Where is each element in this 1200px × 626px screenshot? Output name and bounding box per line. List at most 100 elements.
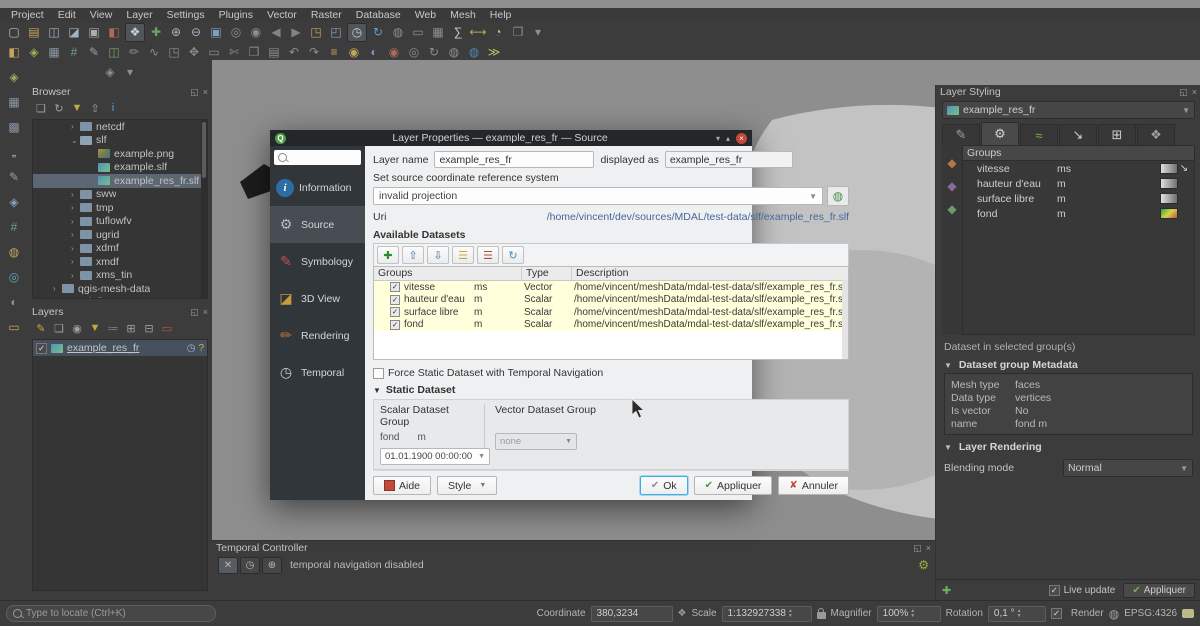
dataset-row[interactable]: ✓ vitesse ms Vector /home/vincent/meshDa…	[374, 281, 848, 294]
styling-tab[interactable]: ⊞	[1098, 124, 1136, 145]
layer-item[interactable]: ✓ example_res_fr ◷ ?	[33, 340, 207, 356]
menu-item[interactable]: Layer	[119, 9, 159, 21]
toolbar-icon[interactable]: ▤	[25, 24, 43, 41]
close-icon[interactable]: ×	[736, 133, 747, 144]
toolbar-icon[interactable]: ◈	[5, 68, 23, 85]
toolbar-icon[interactable]: „	[5, 143, 23, 160]
dataset-tool-button[interactable]: ☰	[477, 246, 499, 264]
dialog-sidebar-item[interactable]: ✏ Rendering	[270, 317, 365, 354]
menu-item[interactable]: Plugins	[212, 9, 260, 21]
toolbar-icon[interactable]: ▾	[121, 64, 139, 81]
toolbar-icon[interactable]: ◰	[327, 24, 345, 41]
select-crs-button[interactable]: ◍	[827, 186, 849, 206]
color-ramp-swatch[interactable]	[1160, 208, 1178, 219]
dataset-tool-button[interactable]: ⇩	[427, 246, 449, 264]
toolbar-icon[interactable]: ◔	[489, 24, 507, 41]
toolbar-icon[interactable]: ▭	[205, 44, 223, 61]
close-panel-icon[interactable]: ×	[203, 307, 208, 317]
menu-item[interactable]: Mesh	[443, 9, 483, 21]
dataset-row[interactable]: ✓ surface libre m Scalar /home/vincent/m…	[374, 306, 848, 319]
toolbar-icon[interactable]: ◈	[5, 193, 23, 210]
toolbar-icon[interactable]: ◈	[101, 64, 119, 81]
toolbar-icon[interactable]: ▭	[5, 318, 23, 335]
dataset-tool-button[interactable]: ✚	[377, 246, 399, 264]
toolbar-icon[interactable]: ◳	[307, 24, 325, 41]
browser-tool-icon[interactable]: ❏	[33, 101, 49, 116]
temporal-settings-icon[interactable]: ⚙	[918, 558, 929, 572]
toolbar-icon[interactable]: #	[5, 218, 23, 235]
toolbar-icon[interactable]: ◐	[365, 44, 383, 61]
float-panel-icon[interactable]: ◱	[1179, 87, 1188, 98]
toolbar-icon[interactable]: ◈	[25, 44, 43, 61]
toolbar-icon[interactable]: ◉	[385, 44, 403, 61]
tree-item[interactable]: ⌄ slf	[33, 134, 207, 148]
tree-item[interactable]: › netcdf	[33, 120, 207, 134]
menu-item[interactable]: Vector	[260, 9, 304, 21]
toolbar-icon[interactable]: ◧	[5, 44, 23, 61]
styling-side-icon[interactable]: ◆	[943, 154, 961, 171]
float-panel-icon[interactable]: ◱	[190, 307, 199, 318]
toolbar-icon[interactable]: ⊕	[167, 24, 185, 41]
toolbar-icon[interactable]: #	[65, 44, 83, 61]
styling-apply-button[interactable]: ✔ Appliquer	[1123, 583, 1195, 598]
minimize-icon[interactable]: ▾	[716, 134, 720, 143]
collapse-triangle-icon[interactable]: ▼	[944, 443, 952, 452]
displayed-as-input[interactable]	[665, 151, 793, 168]
menu-item[interactable]: Web	[408, 9, 443, 21]
close-panel-icon[interactable]: ×	[1192, 87, 1197, 97]
toolbar-icon[interactable]: ◍	[445, 44, 463, 61]
toolbar-icon[interactable]: ▾	[529, 24, 547, 41]
toolbar-icon[interactable]: ◍	[5, 243, 23, 260]
float-panel-icon[interactable]: ◱	[913, 543, 922, 554]
layers-tool-icon[interactable]: ▼	[87, 321, 103, 336]
tree-item[interactable]: › xdmf	[33, 242, 207, 256]
toolbar-icon[interactable]: ▤	[265, 44, 283, 61]
toolbar-icon[interactable]: ▦	[429, 24, 447, 41]
toolbar-icon[interactable]: ✚	[147, 24, 165, 41]
dialog-sidebar-item[interactable]: ⚙ Source	[270, 206, 365, 243]
layers-tool-icon[interactable]: ✎	[33, 321, 49, 336]
tree-item[interactable]: › ugrid	[33, 228, 207, 242]
menu-item[interactable]: Raster	[304, 9, 349, 21]
layers-tool-icon[interactable]: ◉	[69, 321, 85, 336]
lock-scale-icon[interactable]	[817, 612, 826, 619]
render-checkbox[interactable]: ✓	[1051, 608, 1062, 619]
locator-input[interactable]: Type to locate (Ctrl+K)	[6, 605, 216, 622]
browser-tool-icon[interactable]: ↻	[51, 101, 67, 116]
crs-globe-icon[interactable]: ◍	[1109, 607, 1119, 621]
toolbar-icon[interactable]: ◳	[165, 44, 183, 61]
dataset-tool-button[interactable]: ⇧	[402, 246, 424, 264]
toolbar-icon[interactable]: ▣	[207, 24, 225, 41]
toolbar-icon[interactable]: ◧	[105, 24, 123, 41]
toolbar-icon[interactable]: ◫	[45, 24, 63, 41]
dataset-checkbox[interactable]: ✓	[390, 295, 400, 305]
dataset-tool-button[interactable]: ↻	[502, 246, 524, 264]
toolbar-icon[interactable]: ≫	[485, 44, 503, 61]
menu-item[interactable]: Database	[349, 9, 408, 21]
toolbar-icon[interactable]: ▦	[5, 93, 23, 110]
toolbar-icon[interactable]: ↻	[425, 44, 443, 61]
toolbar-icon[interactable]: ❖	[125, 23, 145, 42]
toolbar-icon[interactable]: ▶	[287, 24, 305, 41]
styling-side-icon[interactable]: ◆	[943, 177, 961, 194]
coordinate-field[interactable]: 380,3234	[591, 606, 673, 622]
layers-tool-icon[interactable]: ⊟	[141, 321, 157, 336]
menu-item[interactable]: Settings	[160, 9, 212, 21]
menu-item[interactable]: Edit	[51, 9, 83, 21]
rotation-field[interactable]: 0,1 °▲▼	[988, 606, 1046, 622]
toolbar-icon[interactable]: ❐	[509, 24, 527, 41]
color-ramp-swatch[interactable]	[1160, 163, 1178, 174]
close-panel-icon[interactable]: ×	[203, 87, 208, 97]
float-panel-icon[interactable]: ◱	[190, 87, 199, 98]
tree-item[interactable]: example.png	[33, 147, 207, 161]
styling-layer-combo[interactable]: example_res_fr ▼	[942, 101, 1195, 119]
help-button[interactable]: Aide	[373, 476, 431, 495]
toolbar-icon[interactable]: ▩	[5, 118, 23, 135]
browser-scrollbar[interactable]	[201, 120, 207, 298]
tree-item[interactable]: › tuflowfv	[33, 215, 207, 229]
toolbar-icon[interactable]: ↻	[369, 24, 387, 41]
menu-item[interactable]: Project	[4, 9, 51, 21]
dataset-group-row[interactable]: vitesse ms ↘	[963, 161, 1194, 176]
style-button[interactable]: Style ▼	[437, 476, 497, 495]
color-ramp-swatch[interactable]	[1160, 193, 1178, 204]
